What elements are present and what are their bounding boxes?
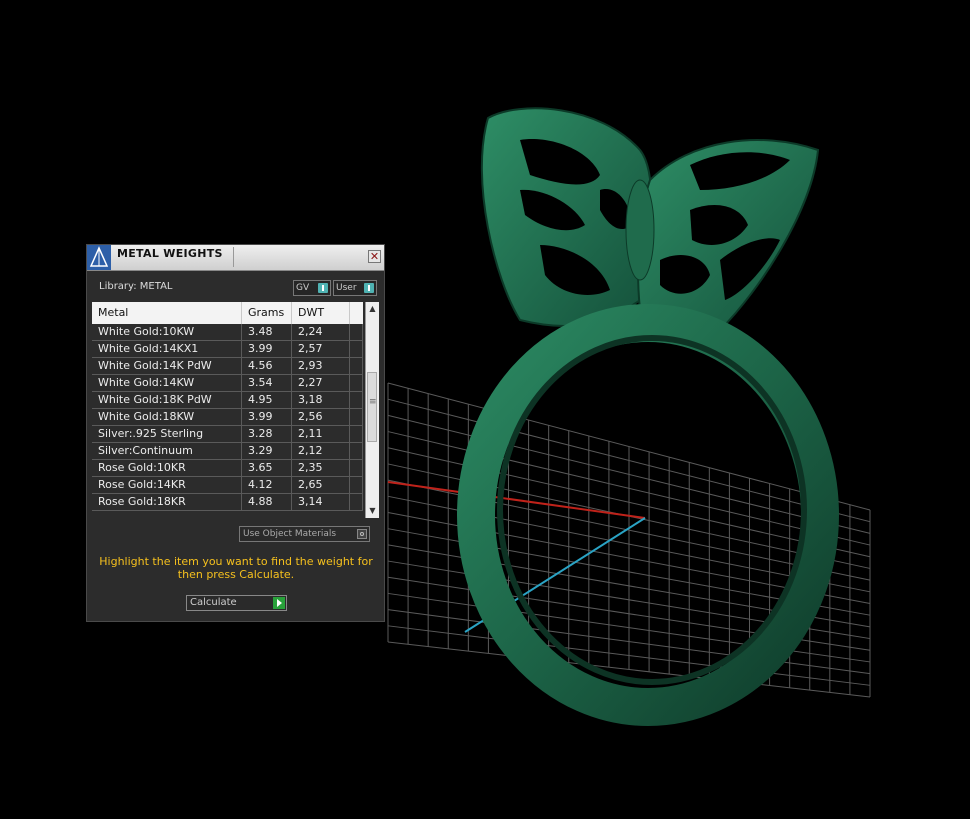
dwt-cell: 2,24 bbox=[292, 324, 350, 340]
grams-cell: 4.12 bbox=[242, 477, 292, 493]
body-center bbox=[625, 179, 655, 281]
instructions-text: Highlight the item you want to find the … bbox=[99, 555, 373, 581]
column-header-grams[interactable]: Grams bbox=[242, 302, 292, 324]
table-row[interactable]: White Gold:18KW 3.99 2,56 bbox=[92, 409, 363, 426]
dwt-cell: 3,14 bbox=[292, 494, 350, 510]
calculate-label: Calculate bbox=[190, 597, 237, 608]
table-row[interactable]: White Gold:10KW 3.48 2,24 bbox=[92, 324, 363, 341]
metal-table: Metal Grams DWT White Gold:10KW 3.48 2,24 W… bbox=[92, 302, 367, 518]
table-row[interactable]: Rose Gold:10KR 3.65 2,35 bbox=[92, 460, 363, 477]
use-object-materials-button[interactable]: Use Object Materials bbox=[239, 526, 370, 542]
use-object-materials-label: Use Object Materials bbox=[243, 529, 337, 539]
empty-cell bbox=[350, 392, 363, 408]
grams-cell: 3.99 bbox=[242, 341, 292, 357]
empty-cell bbox=[350, 443, 363, 459]
metal-cell: Rose Gold:18KR bbox=[92, 494, 242, 510]
x-axis-line bbox=[387, 481, 646, 519]
table-row[interactable]: Silver:Continuum 3.29 2,12 bbox=[92, 443, 363, 460]
grams-cell: 4.56 bbox=[242, 358, 292, 374]
user-toggle-label: User bbox=[336, 283, 357, 293]
title-divider bbox=[233, 247, 234, 267]
ring-band-inner bbox=[497, 335, 807, 685]
toggle-knob-icon bbox=[318, 283, 328, 293]
empty-cell bbox=[350, 460, 363, 476]
grams-cell: 4.95 bbox=[242, 392, 292, 408]
panel-titlebar[interactable]: METAL WEIGHTS ✕ bbox=[87, 245, 384, 271]
ring-model[interactable] bbox=[457, 107, 839, 726]
dwt-cell: 2,93 bbox=[292, 358, 350, 374]
metal-cell: Silver:.925 Sterling bbox=[92, 426, 242, 442]
empty-cell bbox=[350, 358, 363, 374]
table-row[interactable]: White Gold:18K PdW 4.95 3,18 bbox=[92, 392, 363, 409]
metal-cell: White Gold:14K PdW bbox=[92, 358, 242, 374]
grams-cell: 3.54 bbox=[242, 375, 292, 391]
empty-cell bbox=[350, 324, 363, 340]
dwt-cell: 3,18 bbox=[292, 392, 350, 408]
table-row[interactable]: Rose Gold:18KR 4.88 3,14 bbox=[92, 494, 363, 511]
empty-cell bbox=[350, 375, 363, 391]
grams-cell: 4.88 bbox=[242, 494, 292, 510]
grams-cell: 3.65 bbox=[242, 460, 292, 476]
dwt-cell: 2,12 bbox=[292, 443, 350, 459]
grams-cell: 3.29 bbox=[242, 443, 292, 459]
metal-cell: White Gold:18K PdW bbox=[92, 392, 242, 408]
play-icon bbox=[273, 597, 285, 609]
scroll-up-icon[interactable]: ▲ bbox=[366, 302, 379, 316]
radio-icon bbox=[357, 529, 367, 539]
empty-cell bbox=[350, 341, 363, 357]
user-toggle[interactable]: User bbox=[333, 280, 377, 296]
metal-cell: White Gold:18KW bbox=[92, 409, 242, 425]
table-row[interactable]: White Gold:14K PdW 4.56 2,93 bbox=[92, 358, 363, 375]
metal-cell: White Gold:14KW bbox=[92, 375, 242, 391]
grams-cell: 3.28 bbox=[242, 426, 292, 442]
table-row[interactable]: White Gold:14KX1 3.99 2,57 bbox=[92, 341, 363, 358]
scroll-thumb[interactable] bbox=[367, 372, 377, 442]
column-header-dwt[interactable]: DWT bbox=[292, 302, 350, 324]
metal-cell: Rose Gold:14KR bbox=[92, 477, 242, 493]
table-header: Metal Grams DWT bbox=[92, 302, 363, 324]
app-logo-icon bbox=[87, 245, 111, 270]
dwt-cell: 2,11 bbox=[292, 426, 350, 442]
ring-band bbox=[457, 304, 839, 726]
metal-weights-panel: METAL WEIGHTS ✕ Library: METAL GV User M… bbox=[86, 244, 385, 622]
column-header-metal[interactable]: Metal bbox=[92, 302, 242, 324]
library-label: Library: METAL bbox=[99, 281, 173, 292]
metal-cell: White Gold:10KW bbox=[92, 324, 242, 340]
gv-toggle-label: GV bbox=[296, 283, 310, 293]
empty-cell bbox=[350, 426, 363, 442]
panel-title: METAL WEIGHTS bbox=[117, 247, 223, 260]
metal-cell: White Gold:14KX1 bbox=[92, 341, 242, 357]
dwt-cell: 2,65 bbox=[292, 477, 350, 493]
empty-cell bbox=[350, 409, 363, 425]
toggle-knob-icon bbox=[364, 283, 374, 293]
empty-cell bbox=[350, 477, 363, 493]
scroll-down-icon[interactable]: ▼ bbox=[366, 504, 379, 518]
metal-cell: Rose Gold:10KR bbox=[92, 460, 242, 476]
gv-toggle[interactable]: GV bbox=[293, 280, 331, 296]
grams-cell: 3.99 bbox=[242, 409, 292, 425]
metal-cell: Silver:Continuum bbox=[92, 443, 242, 459]
table-row[interactable]: Silver:.925 Sterling 3.28 2,11 bbox=[92, 426, 363, 443]
dwt-cell: 2,56 bbox=[292, 409, 350, 425]
table-rows: White Gold:10KW 3.48 2,24 White Gold:14KX1 3… bbox=[92, 324, 363, 511]
grams-cell: 3.48 bbox=[242, 324, 292, 340]
empty-cell bbox=[350, 494, 363, 510]
dwt-cell: 2,35 bbox=[292, 460, 350, 476]
table-scrollbar[interactable]: ▲ ▼ bbox=[365, 302, 379, 518]
calculate-button[interactable]: Calculate bbox=[186, 595, 287, 611]
dwt-cell: 2,27 bbox=[292, 375, 350, 391]
table-row[interactable]: Rose Gold:14KR 4.12 2,65 bbox=[92, 477, 363, 494]
dwt-cell: 2,57 bbox=[292, 341, 350, 357]
close-icon[interactable]: ✕ bbox=[368, 250, 381, 263]
table-row[interactable]: White Gold:14KW 3.54 2,27 bbox=[92, 375, 363, 392]
